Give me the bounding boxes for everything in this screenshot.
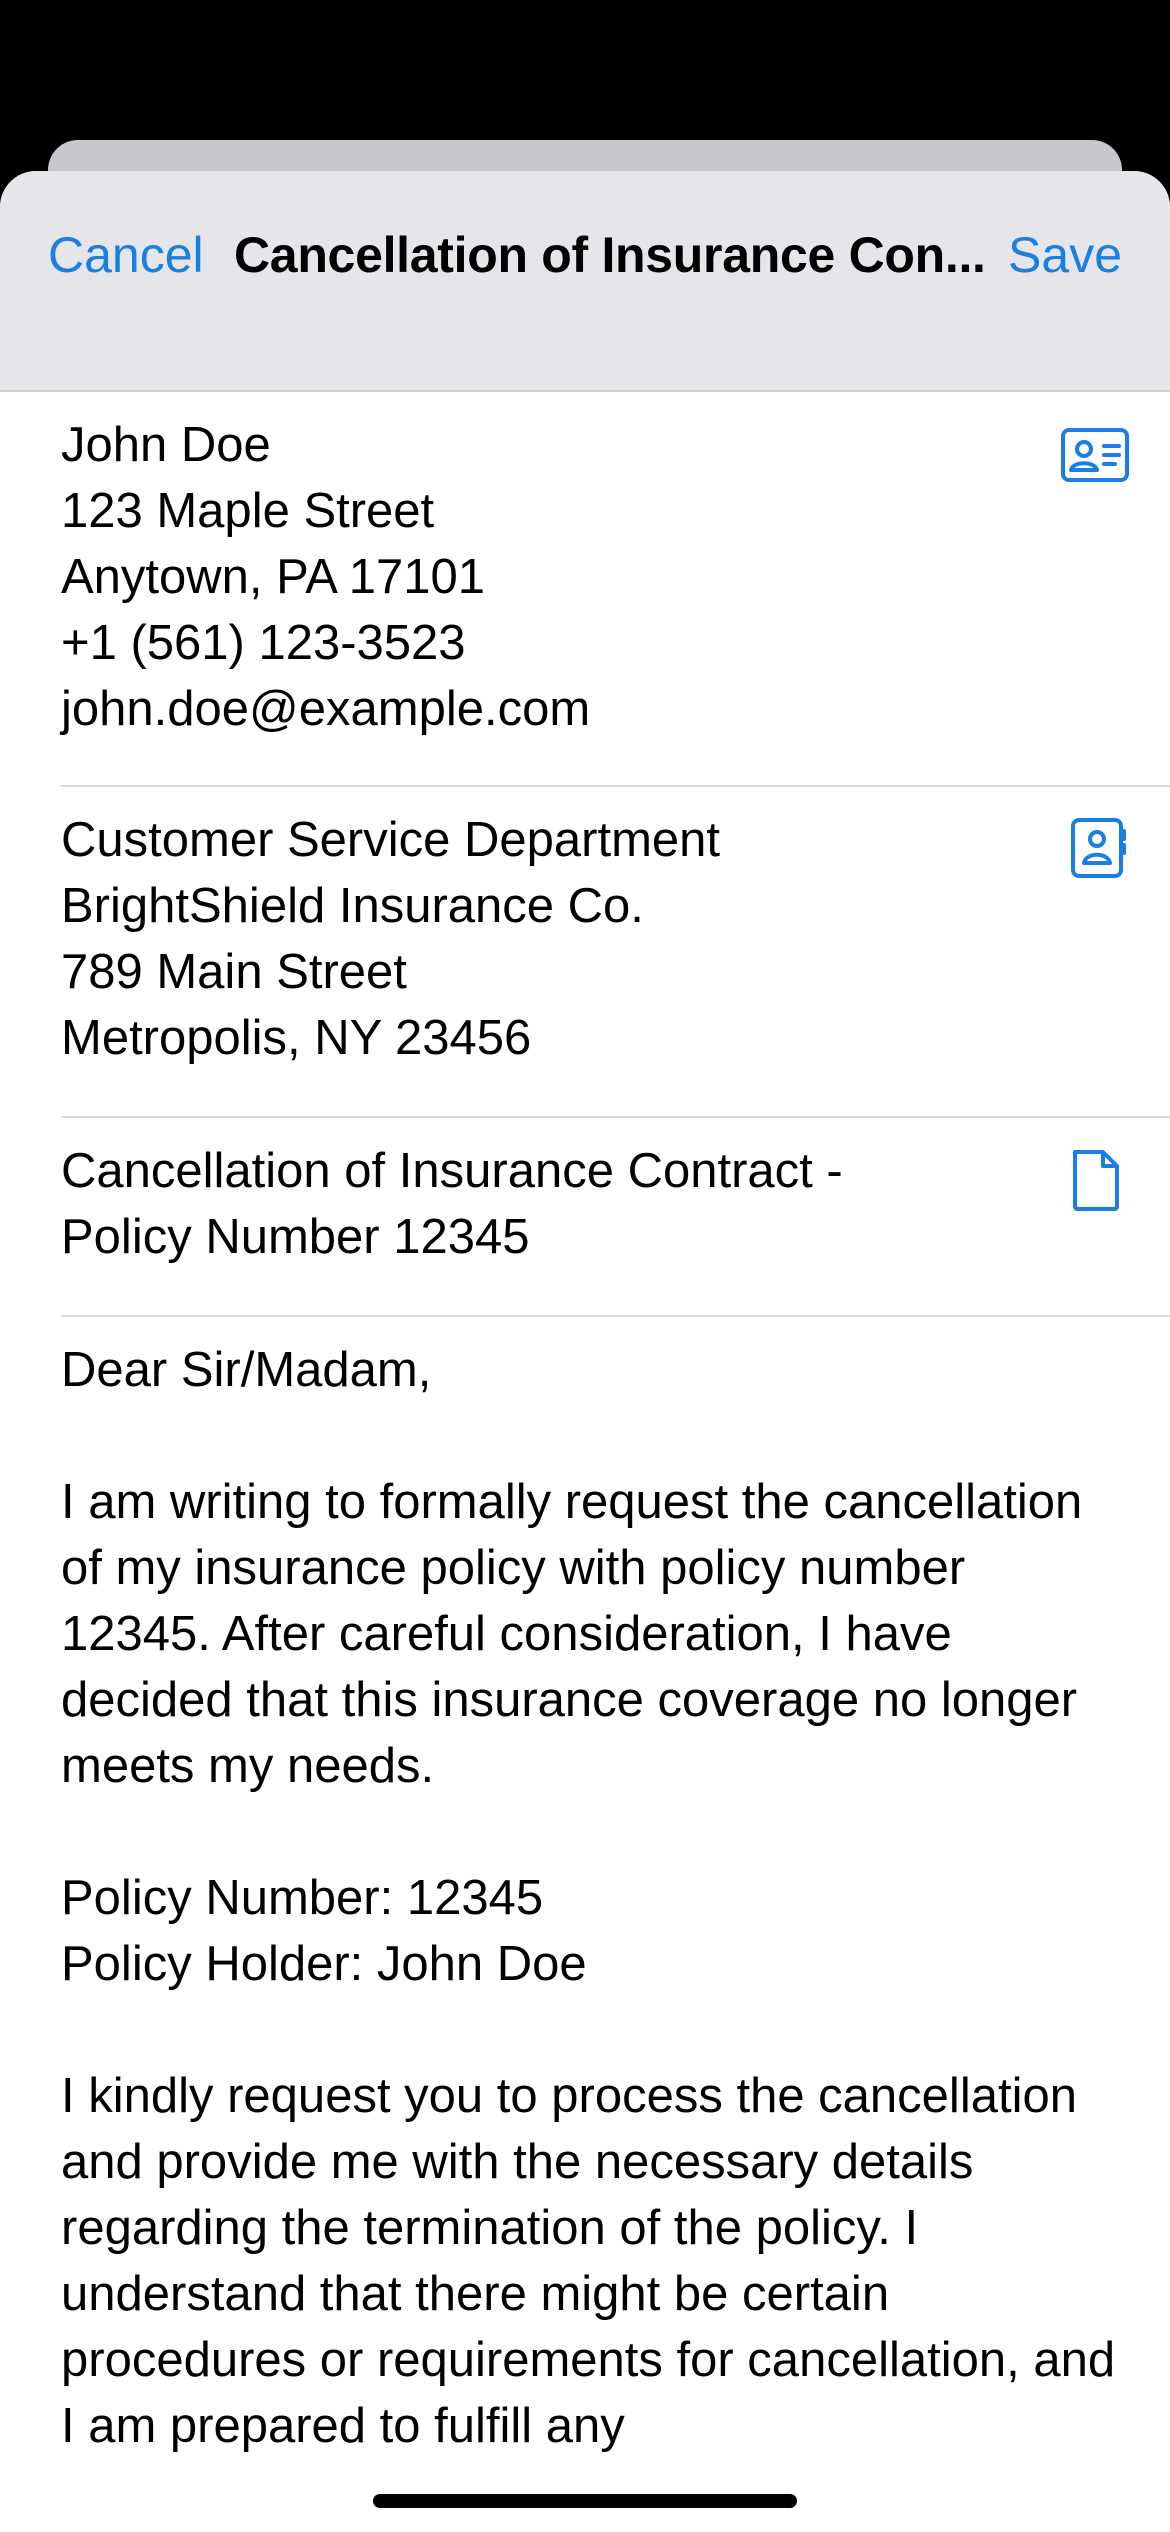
page-title: Cancellation of Insurance Con... <box>234 227 986 283</box>
recipient-city: Metropolis, NY 23456 <box>61 1011 532 1065</box>
navigation-bar: Cancel Cancellation of Insurance Con... … <box>0 171 1170 392</box>
recipient-section[interactable]: Customer Service Department BrightShield… <box>61 787 1170 1118</box>
editor-sheet: Cancel Cancellation of Insurance Con... … <box>0 171 1170 2532</box>
recipient-street: 789 Main Street <box>61 945 407 999</box>
sender-name: John Doe <box>61 418 271 472</box>
letter-body[interactable]: Dear Sir/Madam, I am writing to formally… <box>61 1317 1121 2459</box>
subject-line[interactable]: Cancellation of Insurance Contract - Pol… <box>61 1138 1170 1270</box>
sender-section[interactable]: John Doe 123 Maple Street Anytown, PA 17… <box>61 392 1170 787</box>
screen: Cancel Cancellation of Insurance Con... … <box>0 0 1170 2532</box>
recipient-address[interactable]: Customer Service Department BrightShield… <box>61 807 1170 1071</box>
home-indicator[interactable] <box>373 2494 797 2508</box>
letter-paragraph-1: I am writing to formally request the can… <box>61 1475 1083 1793</box>
recipient-company: BrightShield Insurance Co. <box>61 879 644 933</box>
sender-city: Anytown, PA 17101 <box>61 550 486 604</box>
cancel-button[interactable]: Cancel <box>48 226 204 284</box>
letter-policy-holder: Policy Holder: John Doe <box>61 1937 587 1991</box>
document-icon[interactable] <box>1060 1148 1130 1212</box>
sender-email: john.doe@example.com <box>61 682 591 736</box>
contact-card-icon[interactable] <box>1060 426 1130 486</box>
subject-section[interactable]: Cancellation of Insurance Contract - Pol… <box>61 1118 1170 1317</box>
sender-phone: +1 (561) 123-3523 <box>61 616 466 670</box>
letter-content: John Doe 123 Maple Street Anytown, PA 17… <box>0 392 1170 2525</box>
letter-paragraph-2: I kindly request you to process the canc… <box>61 2069 1116 2453</box>
recipient-department: Customer Service Department <box>61 813 721 867</box>
subject-line-1: Cancellation of Insurance Contract - <box>61 1144 843 1198</box>
subject-line-2: Policy Number 12345 <box>61 1210 530 1264</box>
save-button[interactable]: Save <box>1008 226 1122 284</box>
sender-street: 123 Maple Street <box>61 484 435 538</box>
address-book-icon[interactable] <box>1060 815 1130 879</box>
letter-policy-number: Policy Number: 12345 <box>61 1871 544 1925</box>
letter-greeting: Dear Sir/Madam, <box>61 1343 432 1397</box>
sender-address[interactable]: John Doe 123 Maple Street Anytown, PA 17… <box>61 412 1170 742</box>
